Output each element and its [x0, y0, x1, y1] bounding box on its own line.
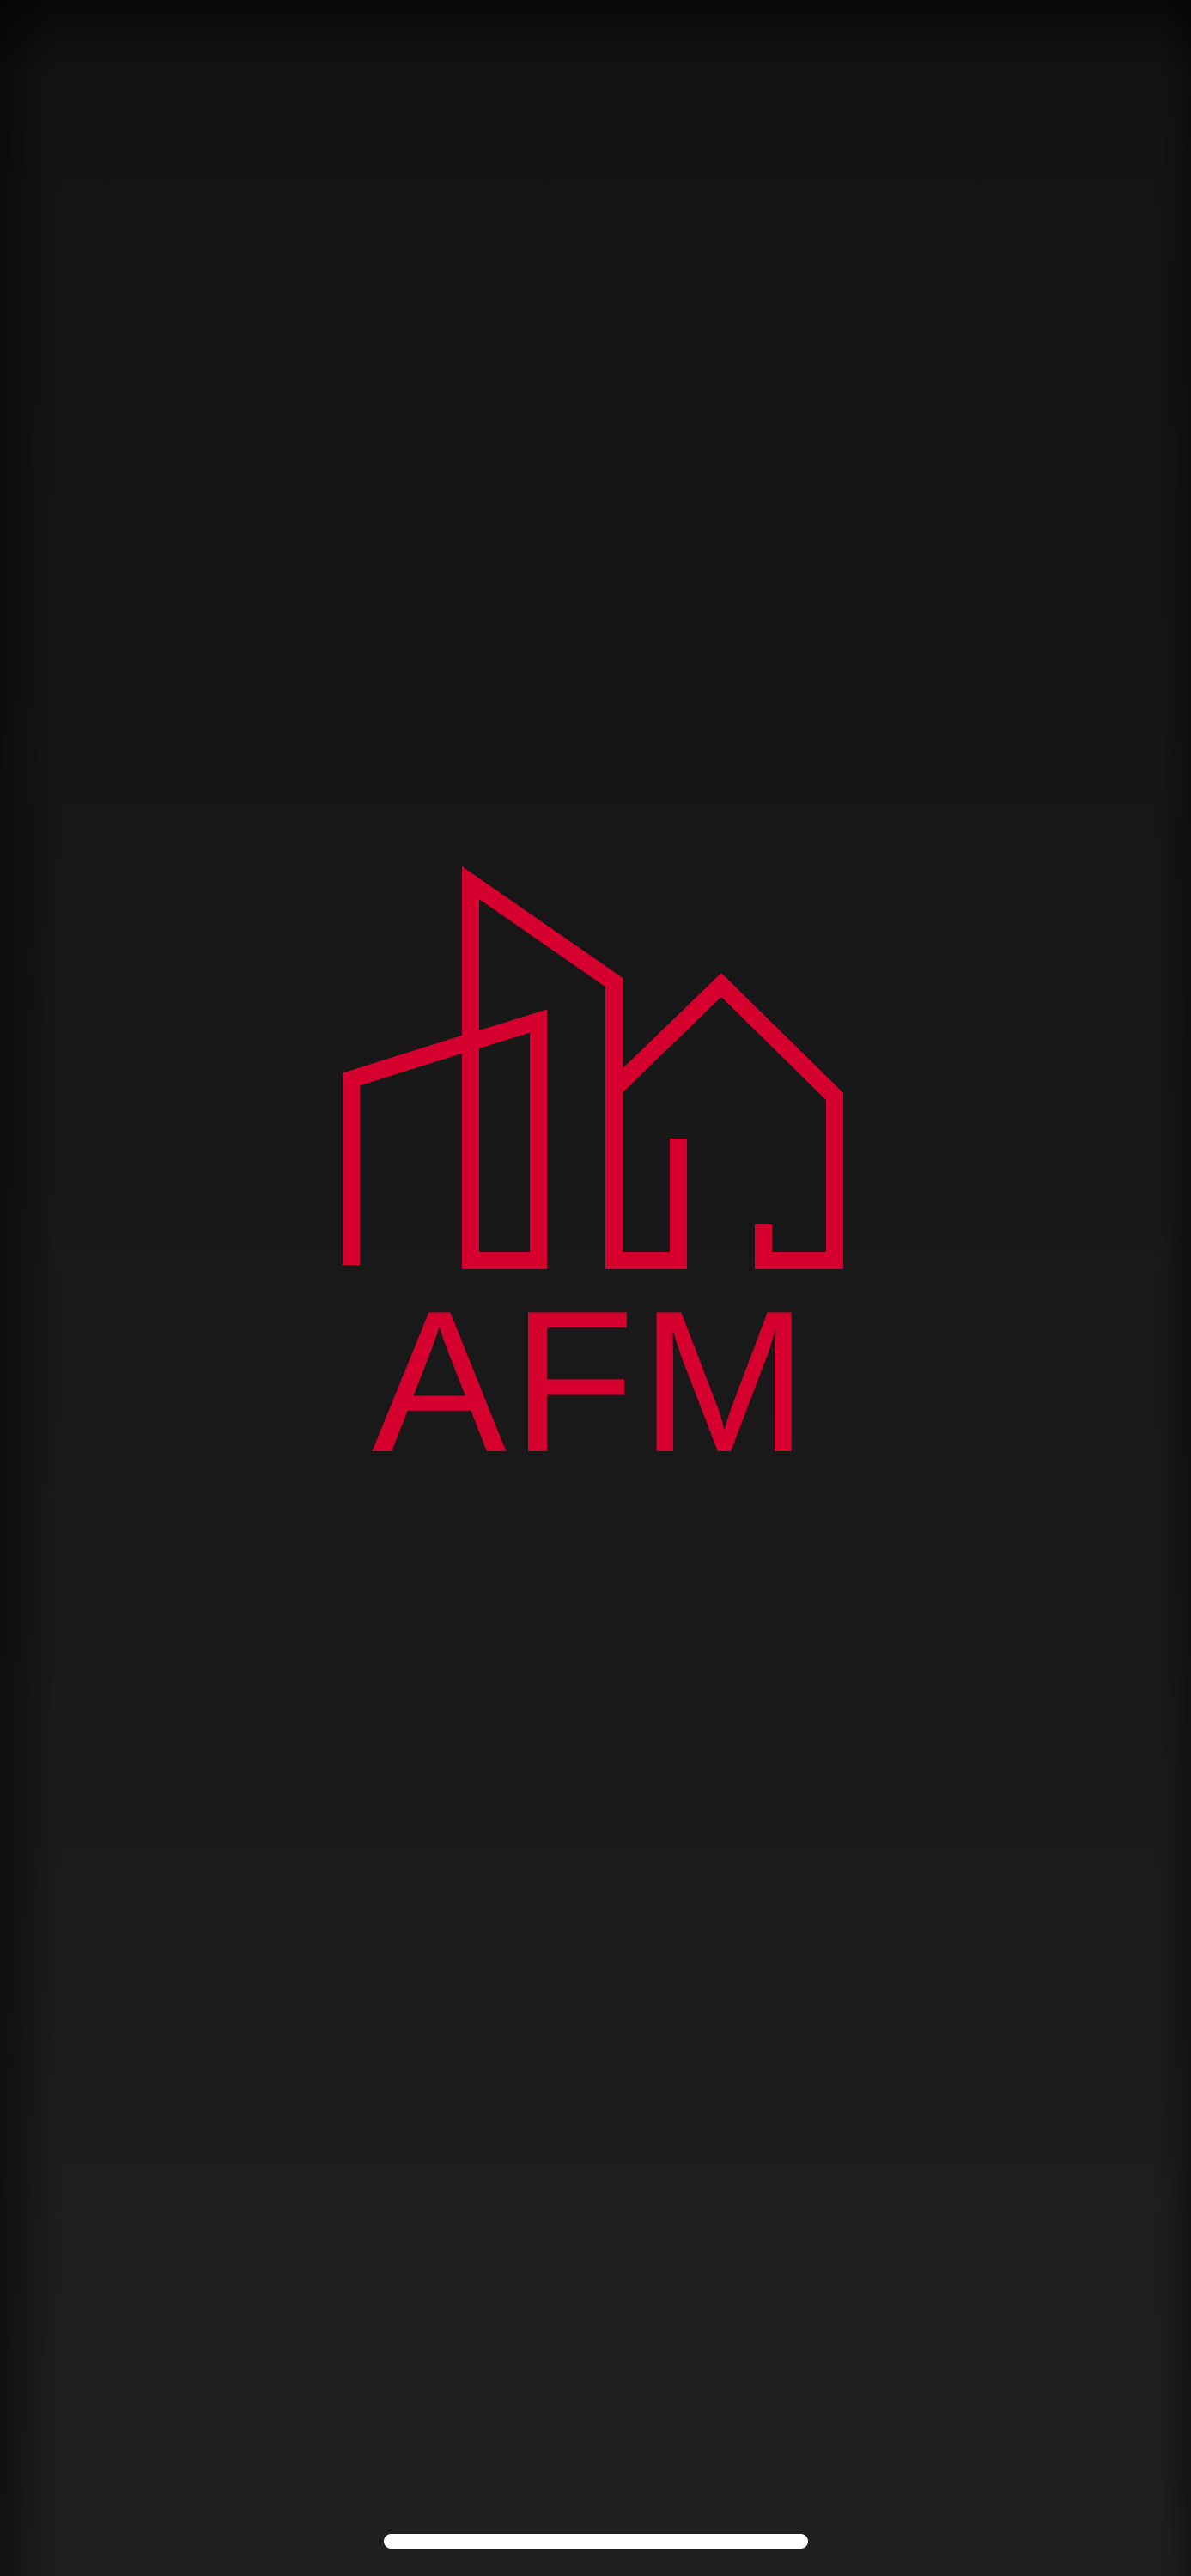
afm-wordmark: AFM — [372, 1268, 813, 1460]
buildings-house-outline-icon — [343, 866, 843, 1269]
afm-logo: AFM — [343, 866, 843, 1460]
left-shadow — [0, 0, 60, 2576]
right-shadow — [1157, 0, 1191, 2576]
home-indicator[interactable] — [384, 2534, 808, 2549]
splash-screen: AFM — [0, 0, 1191, 2576]
top-shadow — [0, 0, 1191, 77]
